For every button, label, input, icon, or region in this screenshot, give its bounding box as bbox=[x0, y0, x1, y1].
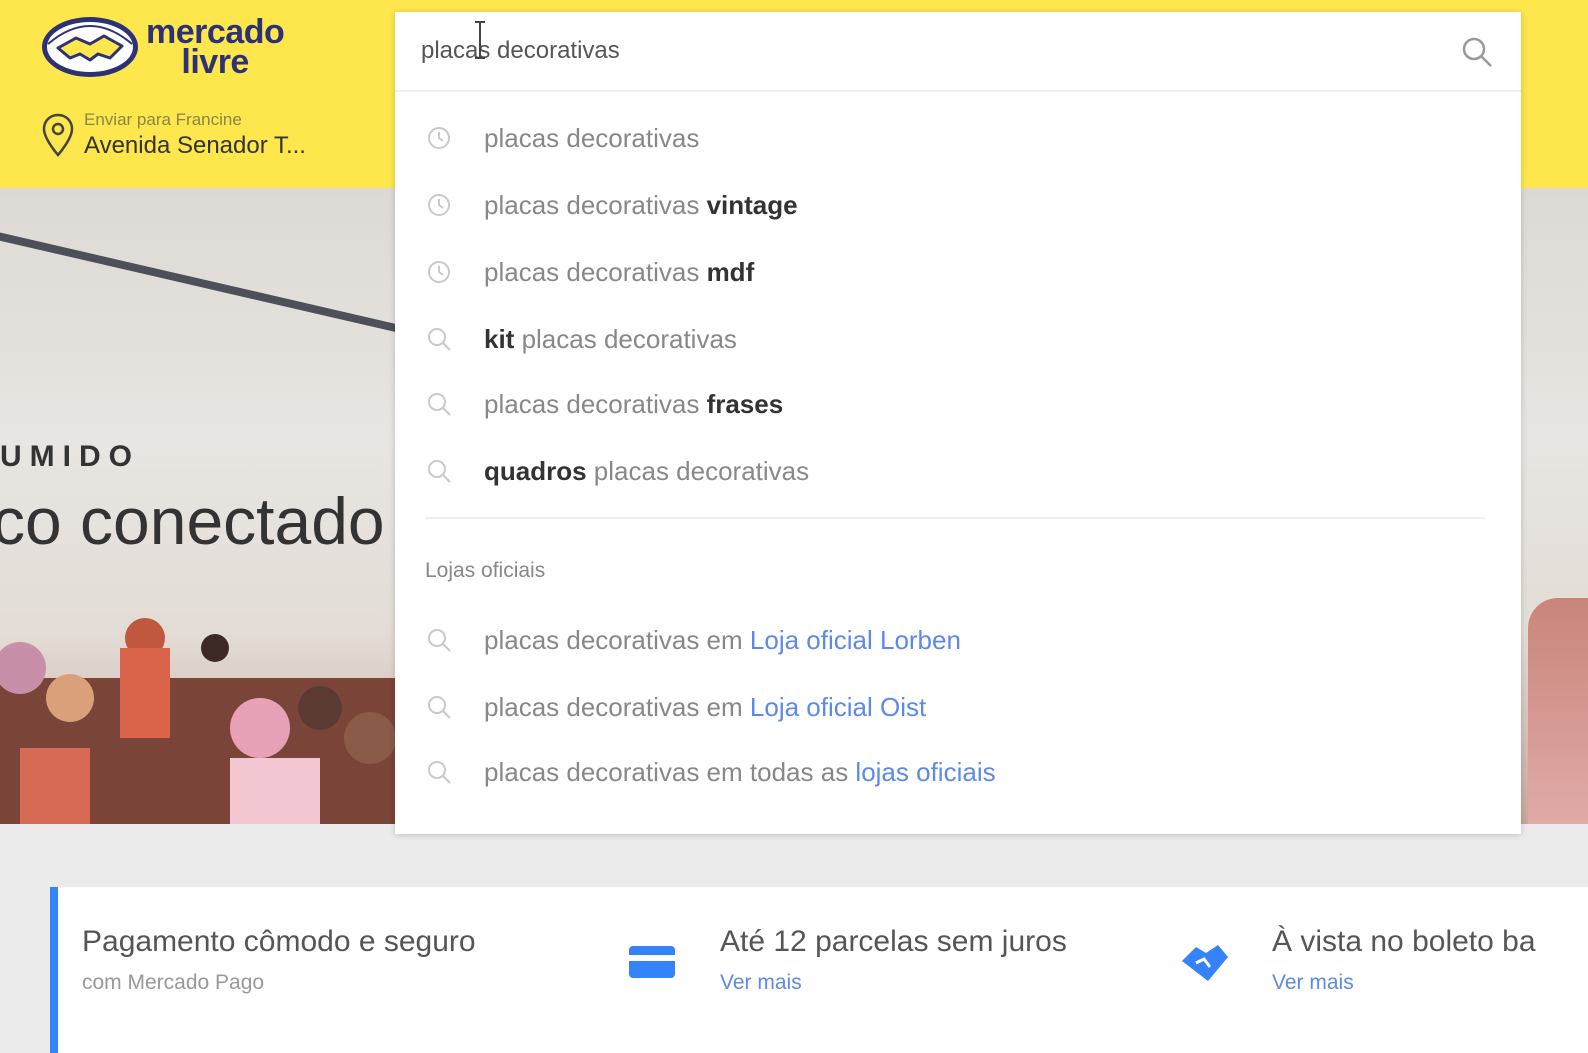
hero-decoration-line bbox=[0, 228, 410, 335]
suggestion-text: placas decorativas vintage bbox=[484, 189, 798, 220]
suggestions-divider bbox=[425, 517, 1485, 519]
hero-eyebrow: UMIDO bbox=[0, 440, 140, 473]
logo-text: mercado livre bbox=[146, 15, 285, 81]
crowd-illustration bbox=[0, 618, 400, 824]
mercado-livre-logo[interactable]: mercado livre bbox=[40, 14, 285, 81]
benefit-subtitle: com Mercado Pago bbox=[82, 971, 265, 994]
search-bar bbox=[395, 12, 1521, 92]
search-icon bbox=[428, 761, 451, 784]
suggestion-text: placas decorativas bbox=[484, 122, 700, 153]
suggestion-item[interactable]: placas decorativas frases bbox=[395, 374, 1521, 434]
benefit-secure-payment: Pagamento cômodo e seguro com Mercado Pa… bbox=[82, 925, 476, 995]
benefit-title: À vista no boleto ba bbox=[1272, 925, 1536, 958]
suggestion-item[interactable]: placas decorativas vintage bbox=[395, 175, 1521, 235]
suggestion-item[interactable]: quadros placas decorativas bbox=[395, 441, 1521, 501]
search-icon bbox=[428, 328, 451, 351]
handshake-icon bbox=[1182, 945, 1228, 981]
handshake-logo-icon bbox=[42, 17, 138, 77]
store-link[interactable]: lojas oficiais bbox=[855, 757, 995, 787]
suggestion-item[interactable]: placas decorativas mdf bbox=[395, 242, 1521, 302]
suggestion-item[interactable]: kit placas decorativas bbox=[395, 309, 1521, 369]
suggestion-text: placas decorativas mdf bbox=[484, 256, 755, 287]
credit-card-icon bbox=[629, 946, 675, 978]
search-icon bbox=[428, 460, 451, 483]
search-icon[interactable] bbox=[1459, 34, 1495, 70]
suggestion-text: quadros placas decorativas bbox=[484, 455, 810, 486]
suggestion-text: kit placas decorativas bbox=[484, 323, 737, 354]
benefit-boleto: À vista no boleto ba Ver mais bbox=[1272, 925, 1536, 995]
suggestion-text: placas decorativas frases bbox=[484, 388, 784, 419]
store-link[interactable]: Loja oficial Oist bbox=[750, 692, 926, 722]
search-icon bbox=[428, 629, 451, 652]
search-autocomplete-panel: placas decorativas placas decorativas vi… bbox=[395, 12, 1521, 834]
see-more-link[interactable]: Ver mais bbox=[720, 971, 1067, 995]
see-more-link[interactable]: Ver mais bbox=[1272, 971, 1536, 995]
location-address: Avenida Senador T... bbox=[84, 132, 306, 159]
clock-icon bbox=[428, 127, 450, 149]
payment-benefits-bar: Pagamento cômodo e seguro com Mercado Pa… bbox=[50, 887, 1588, 1053]
benefit-title: Pagamento cômodo e seguro bbox=[82, 925, 476, 958]
search-input[interactable] bbox=[421, 34, 1421, 68]
benefit-installments: Até 12 parcelas sem juros Ver mais bbox=[720, 925, 1067, 995]
logo-line-2: livre bbox=[181, 43, 249, 81]
location-pin-icon bbox=[42, 113, 74, 157]
store-suggestion-text: placas decorativas em Loja oficial Lorbe… bbox=[484, 624, 961, 655]
hero-title: co conectado bbox=[0, 484, 385, 558]
official-store-suggestion[interactable]: placas decorativas em todas as lojas ofi… bbox=[395, 742, 1521, 802]
store-suggestion-text: placas decorativas em todas as lojas ofi… bbox=[484, 756, 996, 787]
official-store-suggestion[interactable]: placas decorativas em Loja oficial Lorbe… bbox=[395, 610, 1521, 670]
store-suggestion-text: placas decorativas em Loja oficial Oist bbox=[484, 691, 927, 722]
hero-person bbox=[1528, 598, 1588, 824]
official-store-suggestion[interactable]: placas decorativas em Loja oficial Oist bbox=[395, 677, 1521, 737]
store-link[interactable]: Loja oficial Lorben bbox=[750, 625, 961, 655]
text-cursor-icon bbox=[475, 21, 485, 59]
search-icon bbox=[428, 393, 451, 416]
search-icon bbox=[428, 696, 451, 719]
clock-icon bbox=[428, 194, 450, 216]
suggestion-item[interactable]: placas decorativas bbox=[395, 108, 1521, 168]
clock-icon bbox=[428, 261, 450, 283]
location-label: Enviar para Francine bbox=[84, 110, 242, 129]
shipping-location[interactable]: Enviar para Francine Avenida Senador T..… bbox=[40, 110, 306, 160]
official-stores-title: Lojas oficiais bbox=[425, 559, 546, 582]
benefit-title: Até 12 parcelas sem juros bbox=[720, 925, 1067, 958]
